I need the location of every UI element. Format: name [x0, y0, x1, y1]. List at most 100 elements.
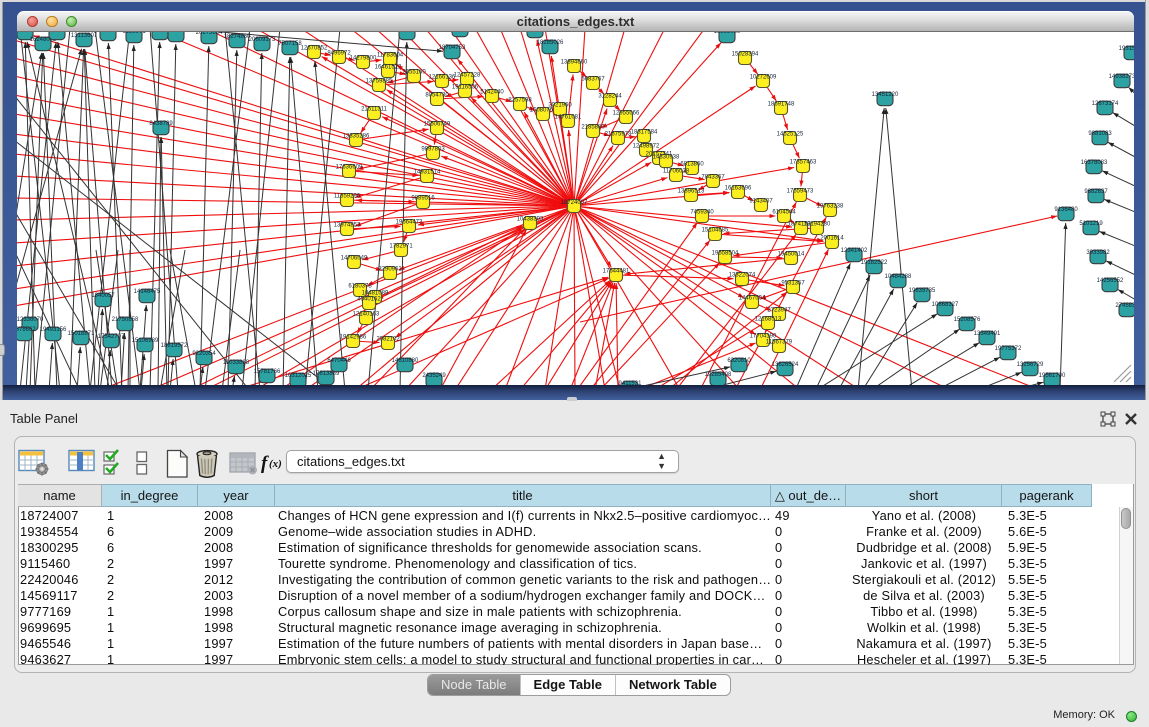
svg-text:9881083: 9881083 — [1088, 131, 1112, 137]
svg-text:7459340: 7459340 — [690, 210, 714, 216]
svg-text:15012873: 15012873 — [95, 32, 122, 33]
svg-text:14525125: 14525125 — [777, 132, 804, 138]
svg-text:6813860: 6813860 — [680, 162, 704, 168]
svg-text:5683767: 5683767 — [581, 77, 605, 83]
svg-text:6320810: 6320810 — [727, 358, 751, 364]
svg-text:19142986: 19142986 — [340, 335, 367, 341]
svg-text:11567379: 11567379 — [766, 340, 793, 346]
svg-text:13113607: 13113607 — [71, 33, 98, 39]
svg-text:13759885: 13759885 — [366, 79, 393, 85]
svg-text:11659296: 11659296 — [334, 194, 361, 200]
svg-text:14761081: 14761081 — [555, 115, 582, 121]
svg-text:9143407: 9143407 — [749, 199, 773, 205]
svg-text:10484288: 10484288 — [885, 274, 912, 280]
svg-text:f: f — [261, 453, 269, 474]
svg-text:9531357: 9531357 — [781, 281, 805, 287]
svg-text:13322074: 13322074 — [729, 273, 756, 279]
svg-text:19775372: 19775372 — [995, 346, 1022, 352]
svg-text:13896513: 13896513 — [678, 189, 705, 195]
svg-text:11033888: 11033888 — [223, 360, 250, 366]
svg-text:13894660: 13894660 — [561, 60, 588, 66]
svg-text:14467004: 14467004 — [739, 296, 766, 302]
svg-text:14279800: 14279800 — [350, 56, 377, 62]
svg-text:2082102: 2082102 — [376, 337, 400, 343]
svg-text:13256729: 13256729 — [1017, 362, 1044, 368]
svg-text:20609173: 20609173 — [249, 37, 276, 43]
svg-text:19558504: 19558504 — [712, 251, 739, 257]
svg-text:14938273: 14938273 — [1109, 74, 1134, 80]
svg-text:17644481: 17644481 — [603, 269, 630, 275]
svg-text:19450014: 19450014 — [778, 252, 805, 258]
svg-text:13335286: 13335286 — [343, 134, 370, 140]
svg-text:21675973: 21675973 — [605, 132, 632, 138]
svg-text:21511311: 21511311 — [361, 107, 387, 113]
svg-text:2745831: 2745831 — [1115, 303, 1134, 309]
svg-text:6180378: 6180378 — [348, 284, 372, 290]
svg-text:10438393: 10438393 — [517, 217, 544, 223]
svg-text:20273854: 20273854 — [196, 32, 223, 36]
svg-text:2723947: 2723947 — [767, 308, 791, 314]
svg-text:12673174: 12673174 — [1092, 101, 1119, 107]
svg-text:17542707: 17542707 — [98, 334, 125, 340]
svg-text:3021960: 3021960 — [548, 103, 572, 109]
svg-text:14931514: 14931514 — [414, 170, 441, 176]
svg-text:6104544: 6104544 — [772, 210, 796, 216]
svg-text:19835735: 19835735 — [909, 288, 936, 294]
svg-text:3128244: 3128244 — [598, 94, 622, 100]
svg-text:10785823: 10785823 — [163, 32, 190, 34]
svg-text:17636609: 17636609 — [336, 165, 363, 171]
svg-text:1782971: 1782971 — [389, 244, 413, 250]
svg-text:8257598: 8257598 — [508, 98, 532, 104]
svg-text:16163696: 16163696 — [725, 186, 752, 192]
svg-text:8054730: 8054730 — [425, 93, 449, 99]
svg-text:12457228: 12457228 — [454, 73, 481, 79]
svg-text:15106989: 15106989 — [132, 338, 159, 344]
svg-text:2555160: 2555160 — [402, 70, 426, 76]
svg-text:12498972: 12498972 — [633, 144, 660, 150]
svg-text:6470446: 6470446 — [327, 358, 351, 364]
svg-text:19664473: 19664473 — [396, 220, 423, 226]
svg-text:19315853: 19315853 — [1119, 46, 1134, 52]
svg-text:14706049: 14706049 — [341, 256, 368, 262]
svg-text:17357463: 17357463 — [790, 160, 817, 166]
svg-text:9411531: 9411531 — [619, 381, 643, 385]
svg-text:11706038: 11706038 — [663, 169, 690, 175]
svg-text:13974853: 13974853 — [334, 223, 361, 229]
svg-text:12670852: 12670852 — [301, 46, 328, 52]
svg-text:18691748: 18691748 — [768, 102, 795, 108]
svg-text:19182522: 19182522 — [861, 260, 888, 266]
svg-text:14256552: 14256552 — [1097, 278, 1124, 284]
svg-text:19763238: 19763238 — [817, 204, 844, 210]
svg-text:12955066: 12955066 — [613, 111, 640, 117]
svg-text:9889516: 9889516 — [411, 196, 435, 202]
svg-text:18285026: 18285026 — [537, 40, 564, 46]
svg-text:14146475: 14146475 — [134, 289, 161, 295]
svg-text:5142440: 5142440 — [480, 90, 504, 96]
svg-text:13451220: 13451220 — [872, 92, 899, 98]
svg-text:8438789: 8438789 — [149, 121, 173, 127]
svg-text:2435249: 2435249 — [422, 373, 446, 379]
svg-text:9220354: 9220354 — [192, 351, 216, 357]
svg-text:19561700: 19561700 — [1039, 373, 1066, 379]
svg-text:15028394: 15028394 — [732, 52, 759, 58]
svg-text:19493156: 19493156 — [40, 327, 67, 333]
svg-text:9682637: 9682637 — [1084, 189, 1108, 195]
svg-text:10272609: 10272609 — [750, 75, 777, 81]
svg-text:12140163: 12140163 — [353, 312, 380, 318]
svg-text:9897803: 9897803 — [421, 147, 445, 153]
svg-text:9136480: 9136480 — [1054, 207, 1078, 213]
svg-text:11783604: 11783604 — [377, 53, 404, 59]
svg-text:15781766: 15781766 — [254, 369, 281, 375]
svg-text:4540162: 4540162 — [357, 297, 381, 303]
svg-text:13349491: 13349491 — [974, 331, 1001, 337]
svg-text:2001614: 2001614 — [820, 236, 844, 242]
svg-text:16378083: 16378083 — [1081, 160, 1108, 166]
svg-text:12336070: 12336070 — [17, 317, 44, 323]
svg-text:16461522: 16461522 — [375, 65, 402, 71]
svg-text:18283089: 18283089 — [714, 32, 741, 35]
svg-text:14330938: 14330938 — [653, 155, 680, 161]
svg-text:16312025: 16312025 — [285, 373, 312, 379]
svg-text:17559473: 17559473 — [787, 189, 814, 195]
svg-text:7507158: 7507158 — [278, 41, 302, 47]
svg-text:1840057: 1840057 — [91, 293, 115, 299]
